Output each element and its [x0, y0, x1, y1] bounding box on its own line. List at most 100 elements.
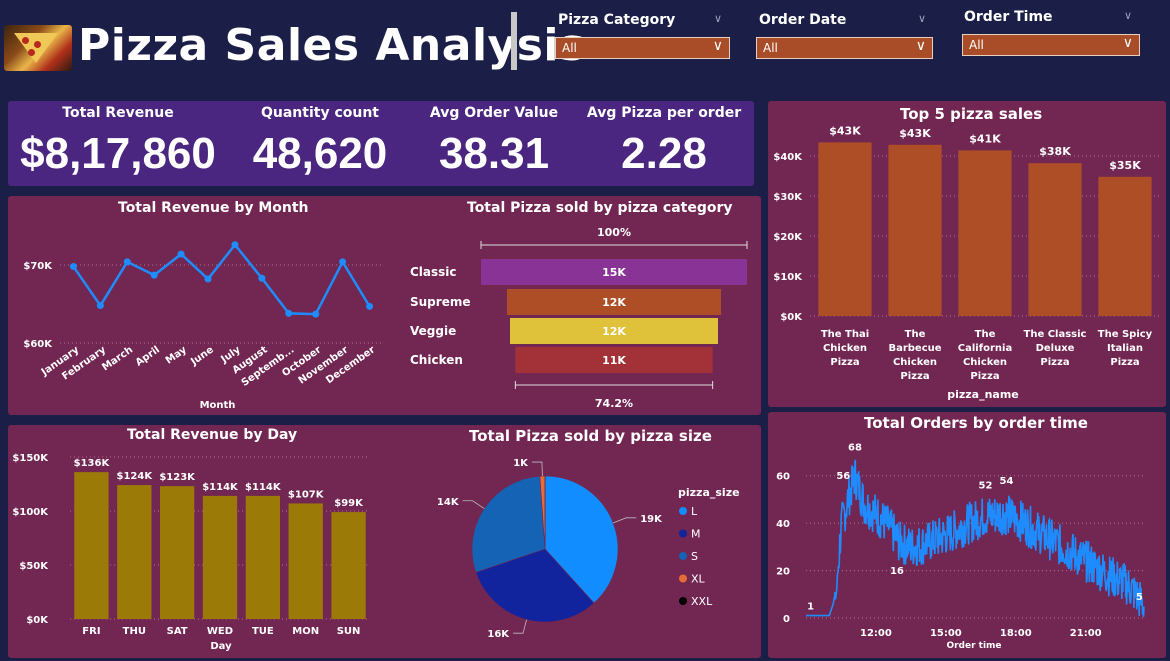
x-axis-label: pizza_name: [947, 388, 1019, 401]
data-point: [123, 258, 131, 266]
data-label: $41K: [969, 132, 1001, 145]
data-point: [96, 302, 104, 310]
month-category-panel: Total Revenue by Month Total Pizza sold …: [8, 196, 761, 415]
y-tick-label: 60: [776, 472, 790, 483]
legend-marker: [679, 507, 687, 515]
x-tick-label: Italian: [1107, 343, 1143, 354]
filter-label-pizza-category: Pizza Category: [558, 12, 676, 28]
y-tick-label: $0K: [780, 312, 803, 323]
filter-label-order-date: Order Date: [759, 12, 847, 28]
page-title: Pizza Sales Analysis: [78, 20, 586, 71]
legend-marker: [679, 597, 687, 605]
x-tick-label: MON: [292, 626, 319, 637]
y-tick-label: 40: [776, 519, 790, 530]
chevron-down-icon[interactable]: ∨: [1124, 9, 1132, 22]
order-time-panel: Total Orders by order time 0 20 40 60 12:00 1…: [768, 412, 1166, 658]
x-tick-label: California: [958, 343, 1012, 354]
bar: [74, 472, 109, 619]
x-tick-label: The Classic: [1024, 329, 1087, 340]
x-tick-label: Barbecue: [888, 343, 941, 354]
series-line: [806, 459, 1145, 617]
bar: [958, 150, 1012, 316]
data-label: $123K: [159, 472, 196, 483]
y-tick-label: $60K: [23, 339, 53, 350]
funnel-category-label: Supreme: [410, 295, 470, 309]
x-tick-label: The Thai: [821, 329, 869, 340]
data-point: [312, 310, 320, 318]
data-label: $43K: [899, 127, 931, 140]
x-tick-label: June: [188, 344, 216, 368]
data-label: $124K: [116, 471, 153, 482]
order-time-value: All: [969, 38, 984, 52]
data-label: $38K: [1039, 145, 1071, 158]
x-tick-label: May: [164, 344, 189, 366]
bar: [117, 485, 152, 619]
data-label: $136K: [74, 458, 111, 469]
bar: [202, 495, 238, 619]
data-point: [258, 274, 266, 282]
x-tick-label: Chicken: [823, 343, 867, 354]
kpi-label-total-revenue: Total Revenue: [62, 105, 174, 121]
order-date-value: All: [763, 41, 778, 55]
data-label: 68: [848, 443, 862, 454]
data-label: 16: [890, 566, 904, 577]
data-label: 19K: [640, 514, 663, 525]
day-size-panel: Total Revenue by Day Total Pizza sold by…: [8, 425, 761, 658]
data-point: [150, 271, 158, 279]
y-tick-label: 0: [783, 614, 790, 625]
data-label: 16K: [487, 629, 510, 640]
legend-label: XL: [691, 573, 706, 586]
data-point: [366, 302, 374, 310]
order-time-dropdown[interactable]: All ∨: [962, 34, 1140, 56]
bar: [1098, 176, 1152, 316]
y-tick-label: $0K: [26, 615, 49, 626]
funnel-category-label: Classic: [410, 265, 457, 279]
x-tick-label: The: [975, 329, 996, 340]
data-point: [231, 241, 239, 249]
x-tick-label: Pizza: [1040, 357, 1069, 368]
funnel-value-label: 15K: [602, 266, 626, 279]
x-tick-label: 12:00: [860, 628, 892, 639]
y-tick-label: $70K: [23, 261, 53, 272]
legend-label: XXL: [691, 595, 713, 608]
legend-marker: [679, 574, 687, 583]
y-tick-label: $150K: [12, 453, 49, 464]
data-label: 14K: [437, 497, 460, 508]
x-tick-label: The Spicy: [1098, 329, 1153, 340]
bar: [160, 486, 195, 619]
top5-panel: Top 5 pizza sales $0K $10K $20K $30K $40K $43…: [768, 101, 1166, 407]
leader-line: [613, 517, 637, 524]
x-tick-label: Pizza: [900, 371, 929, 382]
series-line: [72, 242, 371, 316]
data-label: 54: [1000, 476, 1014, 487]
data-label: $99K: [334, 498, 364, 509]
order-date-dropdown[interactable]: All ∨: [756, 37, 933, 59]
x-tick-label: SAT: [167, 626, 188, 637]
chevron-down-icon: ∨: [1122, 35, 1133, 51]
data-label: 1K: [513, 458, 529, 469]
y-tick-label: $40K: [773, 152, 803, 163]
x-tick-label: Pizza: [1110, 357, 1139, 368]
x-tick-label: Chicken: [963, 357, 1007, 368]
x-tick-label: 18:00: [1000, 628, 1032, 639]
x-tick-label: FRI: [82, 626, 100, 637]
bar: [245, 495, 280, 619]
chevron-down-icon[interactable]: ∨: [714, 12, 722, 25]
bar: [818, 142, 872, 316]
pizza-logo: [4, 25, 72, 71]
x-tick-label: The: [905, 329, 926, 340]
data-point: [177, 250, 185, 258]
legend-marker: [679, 529, 687, 538]
data-label: 56: [836, 471, 850, 482]
chevron-down-icon[interactable]: ∨: [918, 12, 926, 25]
chevron-down-icon: ∨: [915, 38, 926, 54]
x-tick-label: TUE: [252, 626, 274, 637]
y-tick-label: $10K: [773, 272, 803, 283]
data-point: [204, 275, 212, 283]
x-tick-label: Deluxe: [1036, 343, 1075, 354]
pizza-category-dropdown[interactable]: All ∨: [555, 37, 730, 59]
y-tick-label: $100K: [12, 507, 49, 518]
bar: [888, 144, 942, 316]
bar: [1028, 163, 1082, 316]
data-point: [69, 263, 77, 271]
